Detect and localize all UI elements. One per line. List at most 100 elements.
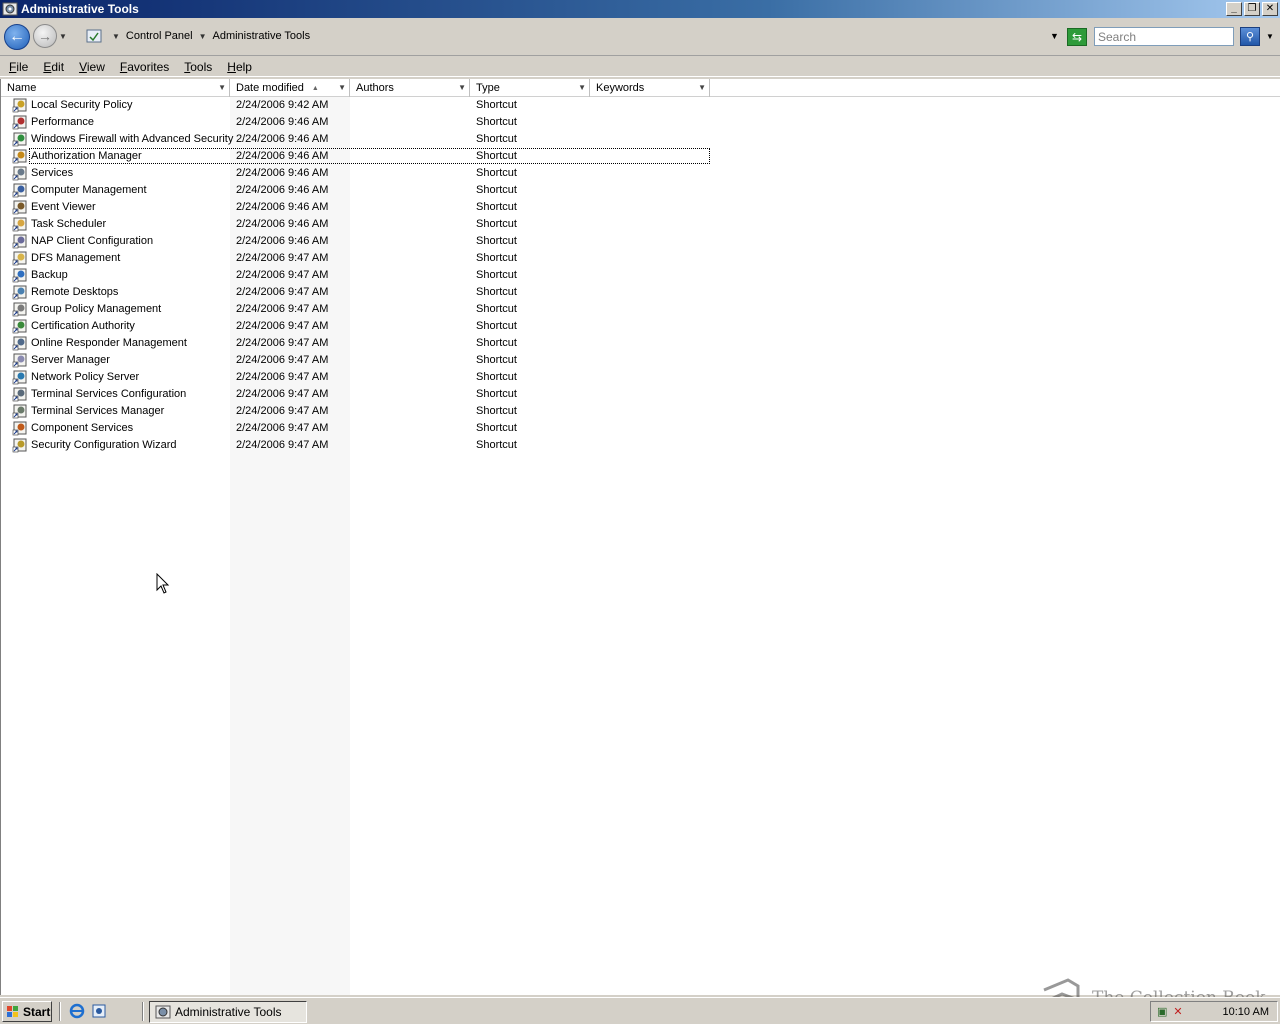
- menu-label-rest: avorites: [127, 59, 170, 74]
- item-type: Shortcut: [476, 201, 517, 213]
- list-item[interactable]: Event Viewer 2/24/2006 9:46 AM Shortcut: [1, 199, 1280, 216]
- menu-accelerator: H: [227, 59, 236, 74]
- item-name: Event Viewer: [31, 201, 96, 213]
- column-header-row: Name ▼ Date modified ▲ ▼ Authors ▼ Type …: [1, 79, 1280, 97]
- item-type: Shortcut: [476, 133, 517, 145]
- menu-favorites[interactable]: Favorites: [114, 60, 175, 74]
- start-label: Start: [23, 1004, 51, 1019]
- menu-tools[interactable]: Tools: [178, 60, 218, 74]
- item-name: Terminal Services Configuration: [31, 388, 187, 400]
- address-dropdown-icon[interactable]: ▼: [1050, 31, 1059, 41]
- column-header-authors[interactable]: Authors ▼: [350, 79, 470, 97]
- breadcrumb-separator-icon[interactable]: ▼: [112, 32, 120, 41]
- breadcrumb-admin-tools[interactable]: Administrative Tools: [213, 30, 311, 42]
- menu-file[interactable]: File: [3, 60, 34, 74]
- clock[interactable]: 10:10 AM: [1223, 1006, 1269, 1018]
- item-name: Component Services: [31, 422, 134, 434]
- list-item[interactable]: Certification Authority 2/24/2006 9:47 AM…: [1, 318, 1280, 335]
- file-list-view[interactable]: Name ▼ Date modified ▲ ▼ Authors ▼ Type …: [0, 79, 1280, 995]
- menu-label-rest: ools: [190, 59, 213, 74]
- list-item[interactable]: Terminal Services Configuration 2/24/2006…: [1, 386, 1280, 403]
- column-header-keywords[interactable]: Keywords ▼: [590, 79, 710, 97]
- start-button[interactable]: Start: [2, 1001, 52, 1022]
- column-filter-dropdown-icon[interactable]: ▼: [338, 83, 346, 92]
- column-header-name[interactable]: Name ▼: [1, 79, 230, 97]
- column-filter-dropdown-icon[interactable]: ▼: [218, 83, 226, 92]
- breadcrumb-control-panel[interactable]: Control Panel: [126, 30, 193, 42]
- list-item[interactable]: Services 2/24/2006 9:46 AM Shortcut: [1, 165, 1280, 182]
- list-item[interactable]: Network Policy Server 2/24/2006 9:47 AM Sh…: [1, 369, 1280, 386]
- list-item[interactable]: Group Policy Management 2/24/2006 9:47 AM…: [1, 301, 1280, 318]
- refresh-button[interactable]: ⇆: [1067, 28, 1087, 46]
- list-item[interactable]: Remote Desktops 2/24/2006 9:47 AM Shortcut: [1, 284, 1280, 301]
- menu-view[interactable]: View: [73, 60, 111, 74]
- item-type: Shortcut: [476, 116, 517, 128]
- system-tray: ▣ ✕ 10:10 AM: [1150, 1001, 1278, 1022]
- item-type: Shortcut: [476, 371, 517, 383]
- list-item[interactable]: Performance 2/24/2006 9:46 AM Shortcut: [1, 114, 1280, 131]
- item-name: Local Security Policy: [31, 99, 133, 111]
- column-header-date[interactable]: Date modified ▲ ▼: [230, 79, 350, 97]
- list-item[interactable]: Computer Management 2/24/2006 9:46 AM Shor…: [1, 182, 1280, 199]
- taskbar-button-label: Administrative Tools: [175, 1005, 282, 1019]
- back-button[interactable]: ←: [4, 24, 30, 50]
- restore-button[interactable]: ❐: [1244, 2, 1260, 16]
- sort-ascending-icon: ▲: [311, 84, 319, 92]
- item-date-modified: 2/24/2006 9:47 AM: [236, 422, 329, 434]
- item-date-modified: 2/24/2006 9:46 AM: [236, 235, 329, 247]
- backup-icon: [12, 268, 27, 283]
- list-item[interactable]: Windows Firewall with Advanced Security 2…: [1, 131, 1280, 148]
- internet-explorer-icon[interactable]: [69, 1003, 85, 1019]
- menu-help[interactable]: Help: [221, 60, 258, 74]
- volume-muted-tray-icon[interactable]: ✕: [1173, 1005, 1182, 1018]
- search-button[interactable]: ⚲: [1240, 27, 1260, 46]
- column-filter-dropdown-icon[interactable]: ▼: [458, 83, 466, 92]
- list-item[interactable]: Component Services 2/24/2006 9:47 AM Short…: [1, 420, 1280, 437]
- menu-edit[interactable]: Edit: [37, 60, 70, 74]
- column-filter-dropdown-icon[interactable]: ▼: [578, 83, 586, 92]
- list-item[interactable]: Terminal Services Manager 2/24/2006 9:47 …: [1, 403, 1280, 420]
- server-manager-quicklaunch-icon[interactable]: [91, 1003, 107, 1019]
- list-item[interactable]: Backup 2/24/2006 9:47 AM Shortcut: [1, 267, 1280, 284]
- list-item[interactable]: NAP Client Configuration 2/24/2006 9:46 A…: [1, 233, 1280, 250]
- list-item[interactable]: Local Security Policy 2/24/2006 9:42 AM Sh…: [1, 97, 1280, 114]
- column-filter-dropdown-icon[interactable]: ▼: [698, 83, 706, 92]
- item-type: Shortcut: [476, 286, 517, 298]
- taskbar-button-admin-tools[interactable]: Administrative Tools: [149, 1001, 307, 1023]
- item-type: Shortcut: [476, 337, 517, 349]
- item-date-modified: 2/24/2006 9:46 AM: [236, 133, 329, 145]
- list-item[interactable]: Server Manager 2/24/2006 9:47 AM Shortcut: [1, 352, 1280, 369]
- list-item[interactable]: DFS Management 2/24/2006 9:47 AM Shortcut: [1, 250, 1280, 267]
- arrow-right-icon: →: [38, 28, 52, 44]
- event-viewer-icon: [12, 200, 27, 215]
- minimize-button[interactable]: _: [1226, 2, 1242, 16]
- item-name: Backup: [31, 269, 68, 281]
- services-icon: [12, 166, 27, 181]
- item-date-modified: 2/24/2006 9:46 AM: [236, 184, 329, 196]
- list-item[interactable]: Authorization Manager 2/24/2006 9:46 AM Sh…: [1, 148, 1280, 165]
- column-date-label: Date modified: [236, 82, 304, 94]
- search-options-dropdown-icon[interactable]: ▼: [1266, 32, 1274, 41]
- list-item[interactable]: Online Responder Management 2/24/2006 9:4…: [1, 335, 1280, 352]
- group-policy-icon: [12, 302, 27, 317]
- list-item[interactable]: Security Configuration Wizard 2/24/2006 9…: [1, 437, 1280, 454]
- forward-button[interactable]: →: [33, 24, 57, 48]
- item-name: Performance: [31, 116, 94, 128]
- item-name: Services: [31, 167, 74, 179]
- recent-pages-dropdown[interactable]: ▼: [59, 32, 67, 41]
- close-button[interactable]: ✕: [1262, 2, 1278, 16]
- list-item[interactable]: Task Scheduler 2/24/2006 9:46 AM Shortcut: [1, 216, 1280, 233]
- search-input[interactable]: Search: [1094, 27, 1234, 46]
- security-wizard-icon: [12, 438, 27, 453]
- network-tray-icon[interactable]: ▣: [1157, 1005, 1167, 1018]
- item-type: Shortcut: [476, 269, 517, 281]
- item-date-modified: 2/24/2006 9:47 AM: [236, 439, 329, 451]
- address-bar[interactable]: ▼ Control Panel ▼ Administrative Tools: [80, 25, 1065, 47]
- breadcrumb-separator-icon[interactable]: ▼: [199, 32, 207, 41]
- authorization-icon: [12, 149, 27, 164]
- column-header-type[interactable]: Type ▼: [470, 79, 590, 97]
- item-type: Shortcut: [476, 252, 517, 264]
- menu-label-rest: ile: [16, 59, 29, 74]
- windows-logo-icon: [7, 1005, 18, 1017]
- item-date-modified: 2/24/2006 9:47 AM: [236, 388, 329, 400]
